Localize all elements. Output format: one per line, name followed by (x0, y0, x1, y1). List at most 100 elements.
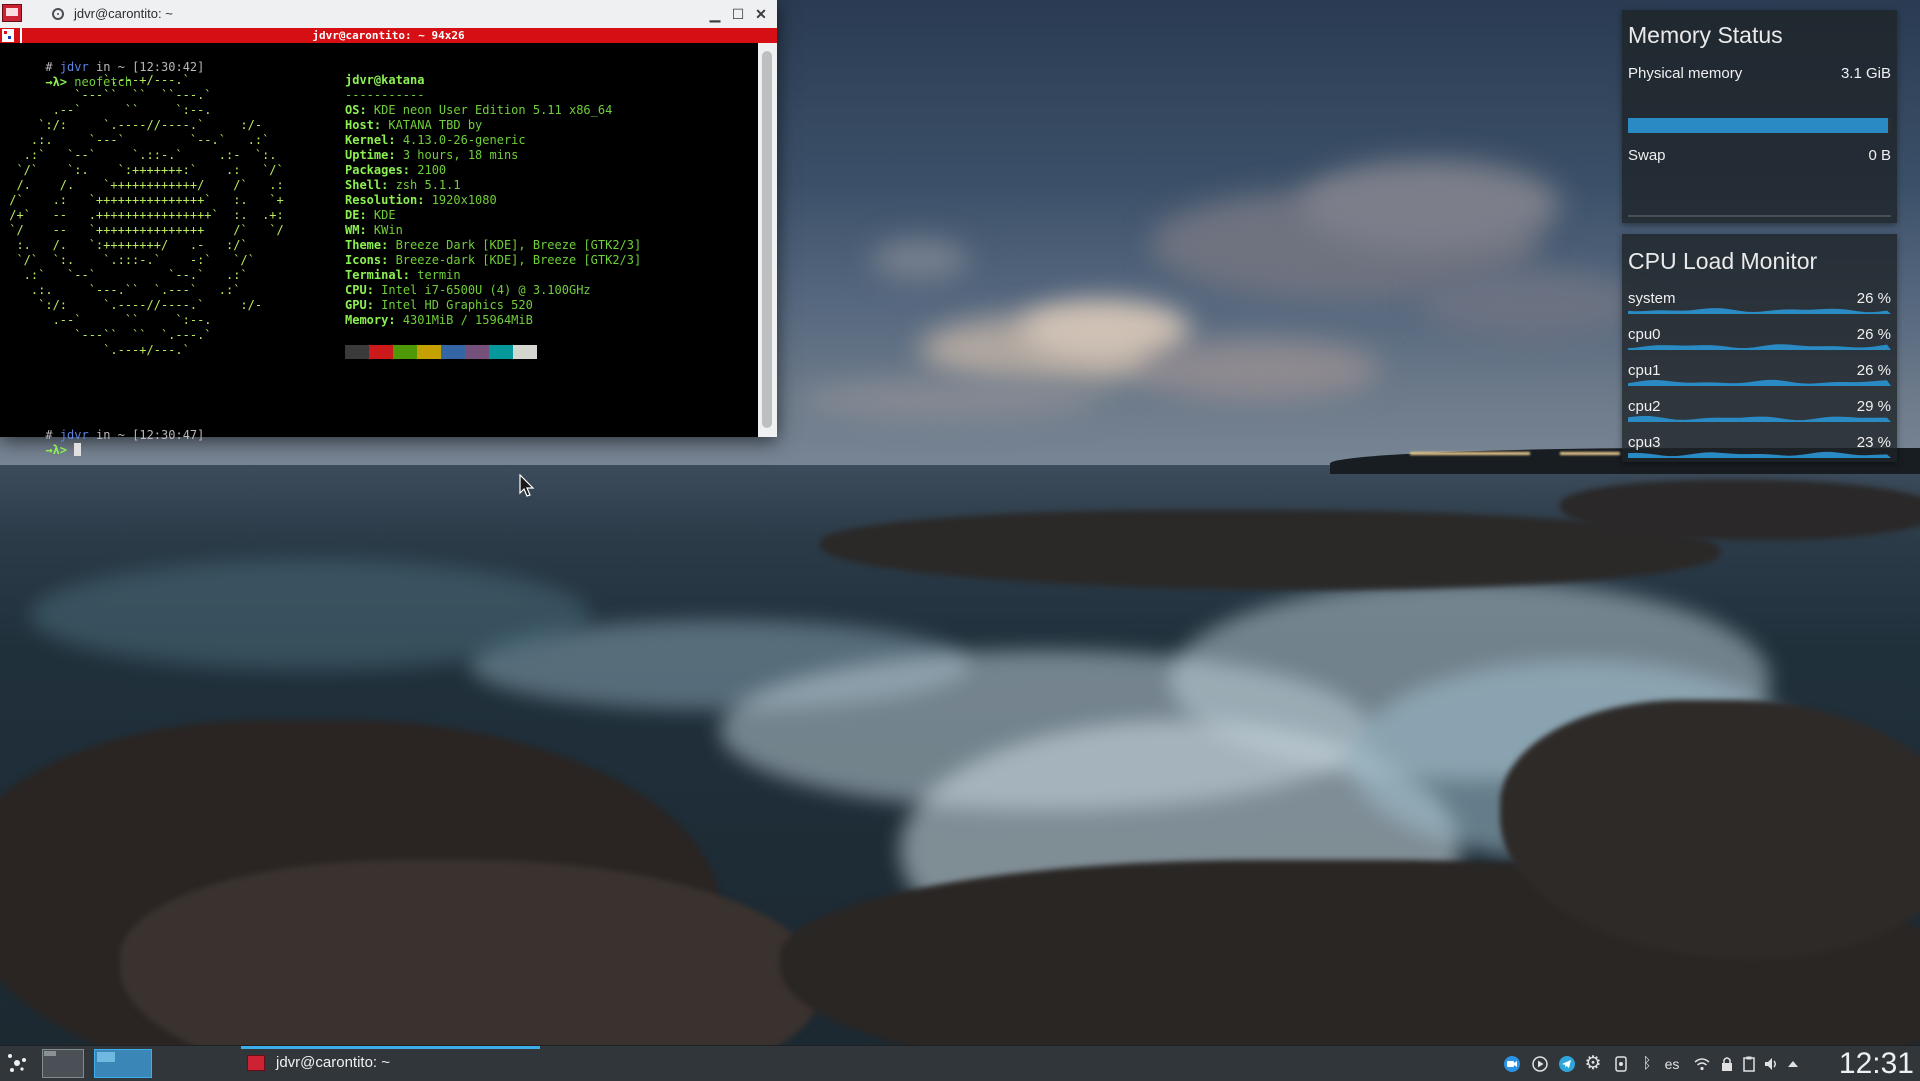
prompt-time-2: [12:30:47] (132, 428, 205, 442)
window-titlebar[interactable]: jdvr@carontito: ~ ▁ ☐ ✕ (0, 0, 777, 29)
info-key: Resolution (345, 193, 418, 207)
info-row: Uptime: 3 hours, 18 mins (345, 148, 519, 162)
color-swatch (345, 345, 369, 359)
info-row: OS: KDE neon User Edition 5.11 x86_64 (345, 103, 613, 117)
info-value: Breeze Dark [KDE], Breeze [GTK2/3] (395, 238, 642, 252)
terminal-app-icon[interactable] (2, 4, 22, 22)
taskbar-task-terminal[interactable]: jdvr@carontito: ~ (241, 1046, 540, 1081)
info-separator: ----------- (345, 88, 425, 102)
pager-desktop-1[interactable] (42, 1049, 84, 1078)
cpu-load-graph (1628, 379, 1891, 386)
info-key: Memory (345, 313, 389, 327)
info-row: CPU: Intel i7-6500U (4) @ 3.100GHz (345, 283, 591, 297)
memory-status-widget[interactable]: Memory Status Physical memory 3.1 GiB Sw… (1622, 10, 1897, 223)
color-swatch (489, 345, 513, 359)
info-value: KWin (373, 223, 403, 237)
keyboard-layout-indicator[interactable]: es (1660, 1055, 1684, 1073)
user-host: jdvr@katana (345, 73, 425, 87)
pager-desktop-2[interactable] (94, 1049, 152, 1078)
cpu-load-widget[interactable]: CPU Load Monitor system 26 % cpu0 26 % cpu1 2… (1622, 234, 1897, 462)
system-tray[interactable]: ⚙ ᛒ es (1500, 1046, 1830, 1081)
info-row: DE: KDE (345, 208, 396, 222)
cpu-name: cpu2 (1628, 398, 1661, 415)
wifi-icon[interactable] (1693, 1055, 1711, 1073)
info-value: zsh 5.1.1 (395, 178, 461, 192)
physical-memory-label: Physical memory (1628, 65, 1743, 82)
info-row: Resolution: 1920x1080 (345, 193, 497, 207)
cpu-name: cpu1 (1628, 362, 1661, 379)
tab-title: jdvr@carontito: ~ 94x26 (312, 29, 465, 42)
cpu-percent: 26 % (1856, 290, 1891, 307)
prompt-arrow-2: →λ> (45, 443, 68, 457)
telegram-icon[interactable] (1558, 1055, 1576, 1073)
info-key: DE (345, 208, 360, 222)
input-line: →λ> (2, 428, 82, 473)
color-swatch (369, 345, 393, 359)
scrollbar-thumb[interactable] (762, 51, 772, 428)
info-value: Intel i7-6500U (4) @ 3.100GHz (381, 283, 591, 297)
lock-icon[interactable] (1718, 1055, 1736, 1073)
info-key: Shell (345, 178, 382, 192)
info-value: 4301MiB / 15964MiB (402, 313, 533, 327)
terminal-scrollbar[interactable] (758, 43, 777, 437)
terminal-window[interactable]: jdvr@carontito: ~ ▁ ☐ ✕ jdvr@carontito: … (0, 0, 777, 457)
prompt-in-2: in (95, 428, 111, 442)
clipboard-icon[interactable] (1740, 1055, 1758, 1073)
prompt-dir-2: ~ (117, 428, 125, 442)
cpu-percent: 26 % (1856, 362, 1891, 379)
application-launcher-icon[interactable] (6, 1052, 28, 1074)
pin-icon[interactable] (52, 8, 64, 20)
volume-icon[interactable] (1762, 1055, 1780, 1073)
cpu-row-system: system 26 % (1628, 288, 1891, 318)
info-key: Host (345, 118, 374, 132)
info-value: Breeze-dark [KDE], Breeze [GTK2/3] (395, 253, 642, 267)
minimize-button[interactable]: ▁ (706, 5, 724, 23)
physical-memory-bar (1628, 118, 1891, 133)
info-row: Memory: 4301MiB / 15964MiB (345, 313, 533, 327)
info-value: termin (417, 268, 461, 282)
cpu-load-graph (1628, 416, 1891, 422)
cpu-widget-title: CPU Load Monitor (1628, 248, 1818, 274)
settings-gear-icon[interactable]: ⚙ (1584, 1054, 1602, 1073)
cpu-percent: 26 % (1856, 326, 1891, 343)
cpu-percent: 23 % (1856, 434, 1891, 451)
info-row: Host: KATANA TBD by (345, 118, 483, 132)
kde-connect-icon[interactable] (1612, 1055, 1630, 1073)
info-row: GPU: Intel HD Graphics 520 (345, 298, 533, 312)
info-row: Packages: 2100 (345, 163, 447, 177)
cpu-row-cpu0: cpu0 26 % (1628, 324, 1891, 354)
prompt-time: [12:30:42] (132, 60, 205, 74)
close-button[interactable]: ✕ (752, 5, 770, 23)
terminal-output[interactable]: # jdvr in ~ [12:30:42] →λ> neofetch `.--… (0, 43, 758, 457)
mouse-pointer-icon (519, 474, 535, 497)
info-row: Kernel: 4.13.0-26-generic (345, 133, 526, 147)
maximize-button[interactable]: ☐ (729, 5, 747, 23)
info-key: Kernel (345, 133, 389, 147)
info-value: KATANA TBD by (388, 118, 483, 132)
physical-memory-value: 3.1 GiB (1840, 65, 1891, 82)
terminal-tab-bar[interactable]: jdvr@carontito: ~ 94x26 (0, 28, 777, 43)
info-key: Terminal (345, 268, 403, 282)
text-cursor (74, 443, 82, 456)
color-swatch (465, 345, 489, 359)
color-swatch (417, 345, 441, 359)
bluetooth-icon[interactable]: ᛒ (1638, 1055, 1656, 1073)
digital-clock[interactable]: 12:31 (1839, 1046, 1914, 1081)
media-player-icon[interactable] (1531, 1055, 1549, 1073)
info-value: KDE neon User Edition 5.11 x86_64 (373, 103, 613, 117)
cpu-name: cpu0 (1628, 326, 1661, 343)
info-value: KDE (373, 208, 396, 222)
cpu-load-graph (1628, 344, 1891, 350)
task-active-indicator (241, 1046, 540, 1049)
info-key: Packages (345, 163, 403, 177)
info-key: CPU (345, 283, 367, 297)
info-row: WM: KWin (345, 223, 403, 237)
video-call-icon[interactable] (1503, 1055, 1521, 1073)
expand-tray-icon[interactable] (1784, 1055, 1802, 1073)
physical-memory-bar-fill (1628, 118, 1889, 133)
taskbar-panel[interactable]: jdvr@carontito: ~ ⚙ ᛒ es 12:31 (0, 1045, 1920, 1081)
color-swatch (441, 345, 465, 359)
info-value: Intel HD Graphics 520 (381, 298, 533, 312)
terminal-task-icon (247, 1055, 265, 1071)
info-key: Icons (345, 253, 382, 267)
